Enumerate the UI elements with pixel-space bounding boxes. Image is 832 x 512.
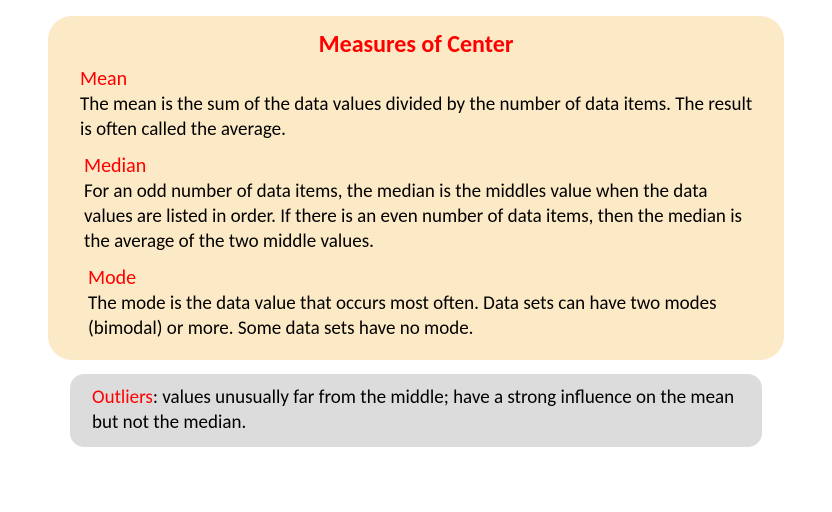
section-median: Median For an odd number of data items, … (76, 154, 756, 254)
card-title: Measures of Center (76, 30, 756, 59)
median-body: For an odd number of data items, the med… (84, 180, 756, 254)
mean-body: The mean is the sum of the data values d… (80, 93, 756, 142)
median-heading: Median (84, 154, 756, 178)
outlier-label: Outliers (92, 386, 153, 409)
mean-heading: Mean (80, 67, 756, 91)
outlier-body: : values unusually far from the middle; … (92, 386, 734, 434)
mode-body: The mode is the data value that occurs m… (88, 292, 756, 341)
section-mode: Mode The mode is the data value that occ… (76, 266, 756, 341)
measures-card: Measures of Center Mean The mean is the … (48, 16, 784, 360)
section-mean: Mean The mean is the sum of the data val… (76, 67, 756, 142)
outlier-card: Outliers: values unusually far from the … (70, 374, 762, 447)
outlier-text: Outliers: values unusually far from the … (92, 386, 740, 435)
mode-heading: Mode (88, 266, 756, 290)
